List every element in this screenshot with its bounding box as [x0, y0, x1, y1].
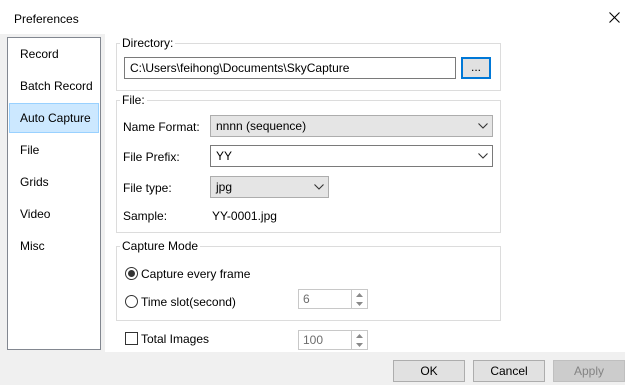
file-type-value: jpg — [216, 180, 233, 194]
ok-button[interactable]: OK — [393, 360, 465, 382]
sample-label: Sample: — [123, 209, 168, 223]
sidebar-item-record[interactable]: Record — [9, 39, 99, 69]
spin-up-icon[interactable] — [352, 290, 367, 299]
file-type-label: File type: — [123, 181, 172, 195]
time-slot-label[interactable]: Time slot(second) — [141, 295, 236, 309]
spin-down-icon[interactable] — [352, 340, 367, 349]
name-format-value: nnnn (sequence) — [216, 119, 307, 133]
apply-button[interactable]: Apply — [553, 360, 625, 382]
sidebar-item-video[interactable]: Video — [9, 199, 99, 229]
sidebar-item-batch-record[interactable]: Batch Record — [9, 71, 99, 101]
sidebar: Record Batch Record Auto Capture File Gr… — [7, 37, 101, 350]
total-images-value: 100 — [303, 333, 324, 347]
chevron-down-icon — [478, 116, 488, 136]
capture-mode-group-title: Capture Mode — [120, 239, 201, 253]
file-prefix-label: File Prefix: — [123, 150, 180, 164]
total-images-spinner[interactable]: 100 — [298, 330, 368, 350]
spin-down-icon[interactable] — [352, 299, 367, 308]
radio-selected-dot — [128, 270, 135, 277]
capture-every-frame-radio[interactable] — [125, 267, 138, 280]
name-format-select[interactable]: nnnn (sequence) — [210, 115, 493, 137]
window-title: Preferences — [14, 12, 79, 26]
sidebar-item-grids[interactable]: Grids — [9, 167, 99, 197]
spin-up-icon[interactable] — [352, 331, 367, 340]
total-images-label[interactable]: Total Images — [141, 332, 209, 346]
name-format-label: Name Format: — [123, 120, 200, 134]
spinner-buttons — [351, 290, 367, 308]
directory-path-field[interactable]: C:\Users\feihong\Documents\SkyCapture — [124, 57, 456, 79]
sidebar-item-auto-capture[interactable]: Auto Capture — [9, 103, 99, 133]
spinner-buttons — [351, 331, 367, 349]
sidebar-item-misc[interactable]: Misc — [9, 231, 99, 261]
time-slot-value: 6 — [303, 292, 310, 306]
file-prefix-combo[interactable]: YY — [210, 145, 493, 167]
chevron-down-icon — [478, 146, 488, 166]
sample-value: YY-0001.jpg — [212, 209, 277, 223]
time-slot-radio[interactable] — [125, 295, 138, 308]
browse-button[interactable]: ... — [461, 57, 491, 79]
file-group-title: File: — [120, 93, 147, 107]
capture-every-frame-label[interactable]: Capture every frame — [141, 267, 250, 281]
chevron-down-icon — [314, 177, 324, 197]
capture-mode-group — [116, 246, 501, 321]
cancel-button[interactable]: Cancel — [473, 360, 545, 382]
file-prefix-value: YY — [216, 149, 233, 163]
time-slot-spinner[interactable]: 6 — [298, 289, 368, 309]
total-images-checkbox[interactable] — [125, 332, 138, 345]
close-button[interactable] — [603, 6, 625, 28]
directory-group-title: Directory: — [120, 36, 176, 50]
title-bar — [0, 0, 625, 34]
close-icon — [608, 11, 620, 23]
file-type-select[interactable]: jpg — [210, 176, 329, 198]
sidebar-item-file[interactable]: File — [9, 135, 99, 165]
